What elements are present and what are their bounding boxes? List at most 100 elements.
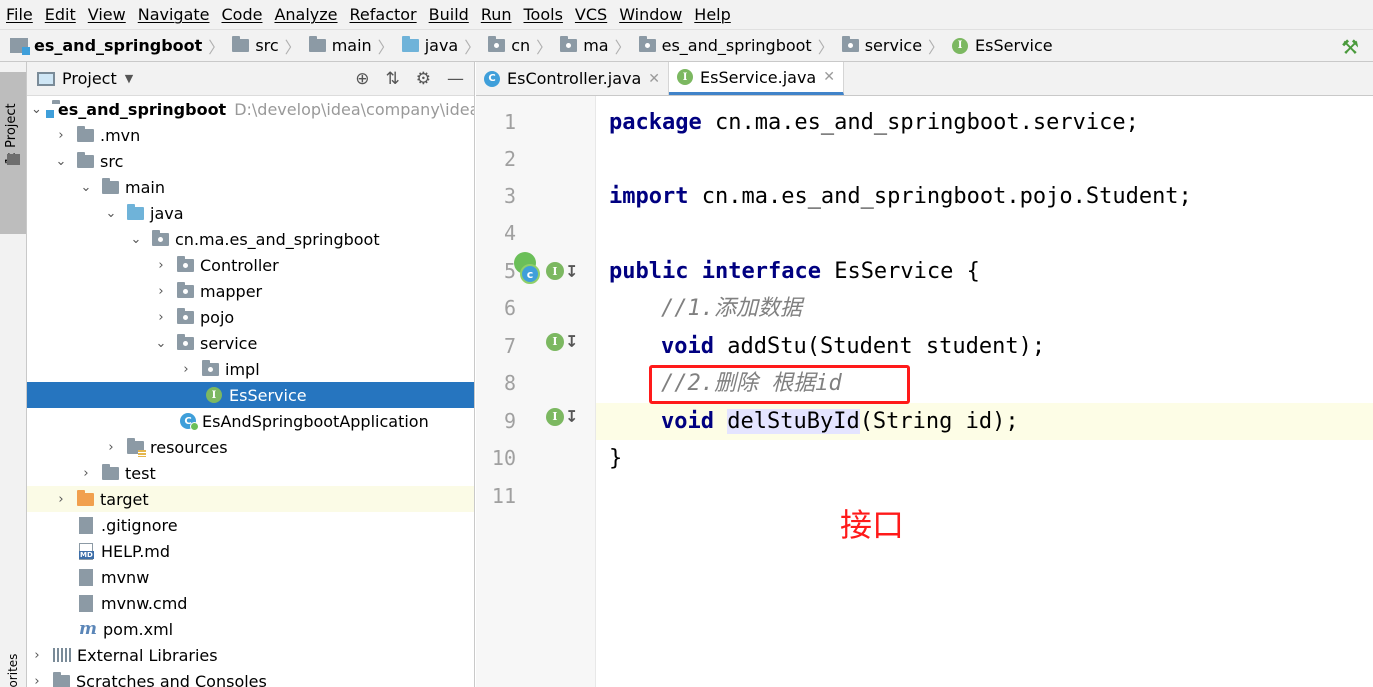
tree-item-label: .mvn bbox=[100, 125, 141, 145]
project-view-icon bbox=[37, 71, 55, 86]
breadcrumb-project[interactable]: es_and_springboot 〉 bbox=[10, 34, 232, 58]
project-panel: Project ▼ ⊕ ⇅ ⚙ — ⌄ es_and_springboot D:… bbox=[27, 62, 475, 687]
minimize-icon[interactable]: — bbox=[447, 70, 464, 88]
tree-item-target[interactable]: › target bbox=[27, 486, 474, 512]
breadcrumb-esservice[interactable]: I EsService bbox=[952, 36, 1053, 55]
breadcrumb-service[interactable]: service 〉 bbox=[841, 34, 952, 58]
menu-run[interactable]: Run bbox=[481, 5, 512, 24]
chevron-right-icon: 〉 bbox=[817, 37, 834, 57]
tree-item-es-and-springboot[interactable]: ⌄ es_and_springboot D:\develop\idea\comp… bbox=[27, 96, 474, 122]
chevron-down-icon[interactable]: ⌄ bbox=[105, 206, 117, 221]
breadcrumb-src[interactable]: src 〉 bbox=[232, 34, 308, 58]
breadcrumb-label: EsService bbox=[975, 36, 1053, 55]
breadcrumb-es-and-springboot[interactable]: es_and_springboot 〉 bbox=[638, 34, 842, 58]
chevron-down-icon[interactable]: ⌄ bbox=[80, 180, 92, 195]
menu-edit[interactable]: Edit bbox=[45, 5, 76, 24]
tree-item-pojo[interactable]: › pojo bbox=[27, 304, 474, 330]
maven-icon: m bbox=[79, 619, 97, 639]
menu-window[interactable]: Window bbox=[619, 5, 682, 24]
chevron-right-icon[interactable]: › bbox=[31, 674, 43, 687]
interface-icon: I bbox=[546, 332, 564, 351]
breadcrumb-ma[interactable]: ma 〉 bbox=[560, 34, 638, 58]
tree-item-external-libraries[interactable]: › External Libraries bbox=[27, 642, 474, 668]
menu-code[interactable]: Code bbox=[222, 5, 263, 24]
tree-item-impl[interactable]: › impl bbox=[27, 356, 474, 382]
code-editor[interactable]: 1 2 3 4 5 6 7 8 9 10 11 c I ↧ I ↧ I ↧ pa… bbox=[476, 96, 1373, 687]
breadcrumb-label: service bbox=[864, 36, 923, 55]
tree-item-label: External Libraries bbox=[77, 645, 218, 665]
tree-item-pom-xml[interactable]: m pom.xml bbox=[27, 616, 474, 642]
tree-item-application[interactable]: C EsAndSpringbootApplication bbox=[27, 408, 474, 434]
project-tool-button[interactable]: 1: Project bbox=[0, 72, 26, 234]
chevron-down-icon[interactable]: ▼ bbox=[125, 72, 133, 85]
menu-file[interactable]: File bbox=[6, 5, 33, 24]
chevron-right-icon[interactable]: › bbox=[155, 258, 167, 273]
breadcrumb-label: es_and_springboot bbox=[34, 36, 203, 55]
chevron-right-icon[interactable]: › bbox=[80, 466, 92, 481]
breadcrumb-java[interactable]: java 〉 bbox=[401, 34, 489, 58]
chevron-right-icon[interactable]: › bbox=[155, 310, 167, 325]
chevron-right-icon[interactable]: › bbox=[155, 284, 167, 299]
implemented-method-gutter-marker[interactable]: I ↧ bbox=[546, 407, 578, 426]
menu-view[interactable]: View bbox=[88, 5, 126, 24]
tree-item-help-md[interactable]: HELP.md bbox=[27, 538, 474, 564]
chevron-down-icon[interactable]: ⌄ bbox=[31, 102, 42, 117]
chevron-right-icon[interactable]: › bbox=[55, 128, 67, 143]
menu-help[interactable]: Help bbox=[694, 5, 730, 24]
chevron-down-icon[interactable]: ⌄ bbox=[155, 336, 167, 351]
tree-item-mapper[interactable]: › mapper bbox=[27, 278, 474, 304]
implementations-gutter-marker[interactable]: c I ↧ bbox=[514, 252, 580, 286]
chevron-right-icon[interactable]: › bbox=[105, 440, 117, 455]
chevron-right-icon[interactable]: › bbox=[180, 362, 192, 377]
menu-tools[interactable]: Tools bbox=[524, 5, 563, 24]
menu-navigate[interactable]: Navigate bbox=[138, 5, 210, 24]
chevron-right-icon[interactable]: › bbox=[55, 492, 67, 507]
line-number: 2 bbox=[503, 147, 516, 171]
code-line-10: } bbox=[609, 440, 622, 477]
tree-item-controller[interactable]: › Controller bbox=[27, 252, 474, 278]
breadcrumb-main[interactable]: main 〉 bbox=[308, 34, 402, 58]
close-icon[interactable]: ✕ bbox=[648, 71, 660, 87]
package-icon bbox=[488, 36, 506, 52]
tree-item-mvnw-cmd[interactable]: mvnw.cmd bbox=[27, 590, 474, 616]
chevron-right-icon[interactable]: › bbox=[31, 648, 43, 663]
tree-item-mvnw[interactable]: mvnw bbox=[27, 564, 474, 590]
hammer-icon[interactable]: ⚒ bbox=[1341, 35, 1359, 59]
tree-item-test[interactable]: › test bbox=[27, 460, 474, 486]
tree-item-label: mvnw.cmd bbox=[101, 593, 188, 613]
breadcrumb-cn[interactable]: cn 〉 bbox=[488, 34, 560, 58]
tree-item-esservice[interactable]: I EsService bbox=[27, 382, 474, 408]
tab-esservice[interactable]: I EsService.java ✕ bbox=[669, 62, 844, 95]
collapse-all-icon[interactable]: ⇅ bbox=[386, 70, 400, 88]
tree-item-resources[interactable]: › resources bbox=[27, 434, 474, 460]
chevron-right-icon: 〉 bbox=[208, 37, 225, 57]
menu-refactor[interactable]: Refactor bbox=[350, 5, 417, 24]
folder-icon bbox=[232, 36, 250, 52]
tree-item-label: EsAndSpringbootApplication bbox=[202, 411, 429, 431]
menu-build[interactable]: Build bbox=[429, 5, 469, 24]
menu-vcs[interactable]: VCS bbox=[575, 5, 607, 24]
file-icon bbox=[79, 568, 93, 586]
code-text: cn.ma.es_and_springboot.service; bbox=[701, 110, 1139, 135]
tree-item-scratches[interactable]: › Scratches and Consoles bbox=[27, 668, 474, 687]
tree-item-java[interactable]: ⌄ java bbox=[27, 200, 474, 226]
favorites-tool-label[interactable]: avorites bbox=[6, 654, 20, 687]
tree-item-gitignore[interactable]: .gitignore bbox=[27, 512, 474, 538]
gear-icon[interactable]: ⚙ bbox=[416, 70, 431, 88]
close-icon[interactable]: ✕ bbox=[823, 69, 835, 85]
tab-escontroller[interactable]: C EsController.java ✕ bbox=[476, 62, 670, 95]
menu-analyze[interactable]: Analyze bbox=[274, 5, 337, 24]
project-view-selector[interactable]: Project bbox=[62, 69, 117, 88]
chevron-down-icon[interactable]: ⌄ bbox=[55, 154, 67, 169]
tree-item-src[interactable]: ⌄ src bbox=[27, 148, 474, 174]
chevron-down-icon[interactable]: ⌄ bbox=[130, 232, 142, 247]
tree-item-service[interactable]: ⌄ service bbox=[27, 330, 474, 356]
keyword: import bbox=[609, 184, 689, 209]
implemented-method-gutter-marker[interactable]: I ↧ bbox=[546, 332, 578, 351]
locate-icon[interactable]: ⊕ bbox=[355, 70, 369, 88]
tree-item-main[interactable]: ⌄ main bbox=[27, 174, 474, 200]
spring-bean-icon: c bbox=[514, 252, 546, 286]
keyword: package bbox=[609, 110, 702, 135]
tree-item-package[interactable]: ⌄ cn.ma.es_and_springboot bbox=[27, 226, 474, 252]
tree-item-mvn[interactable]: › .mvn bbox=[27, 122, 474, 148]
